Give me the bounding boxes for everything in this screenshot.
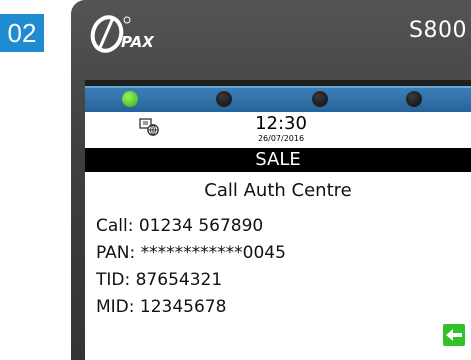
back-button[interactable] bbox=[443, 324, 465, 346]
screen-content: Call Auth Centre Call: 01234 567890 PAN:… bbox=[85, 172, 471, 360]
terminal-screen: 12:30 26/07/2016 SALE Call Auth Centre C… bbox=[85, 80, 471, 360]
payment-terminal: PAX S800 12:30 26/07/2016 SALE Call Auth… bbox=[71, 0, 471, 360]
led-indicator-1 bbox=[122, 91, 138, 107]
clock-date: 26/07/2016 bbox=[257, 134, 305, 143]
led-indicator-2 bbox=[216, 91, 232, 107]
clock-time: 12:30 bbox=[255, 113, 307, 134]
clock: 12:30 26/07/2016 bbox=[253, 114, 309, 144]
pan-line: PAN: ************0045 bbox=[96, 243, 286, 263]
screen-title: SALE bbox=[85, 148, 471, 172]
led-indicator-3 bbox=[312, 91, 328, 107]
led-indicator-4 bbox=[406, 91, 422, 107]
tid-line: TID: 87654321 bbox=[96, 270, 223, 290]
led-indicator-bar bbox=[85, 86, 471, 112]
pax-logo: PAX bbox=[90, 15, 155, 53]
network-icon bbox=[139, 118, 159, 136]
screen-heading: Call Auth Centre bbox=[204, 180, 352, 201]
mid-line: MID: 12345678 bbox=[96, 297, 227, 317]
model-name: S800 bbox=[409, 18, 467, 43]
call-number-line: Call: 01234 567890 bbox=[96, 216, 264, 236]
svg-text:PAX: PAX bbox=[121, 33, 155, 51]
back-arrow-icon bbox=[446, 329, 462, 341]
step-number-badge: 02 bbox=[0, 14, 44, 52]
status-bar: 12:30 26/07/2016 bbox=[85, 112, 471, 148]
